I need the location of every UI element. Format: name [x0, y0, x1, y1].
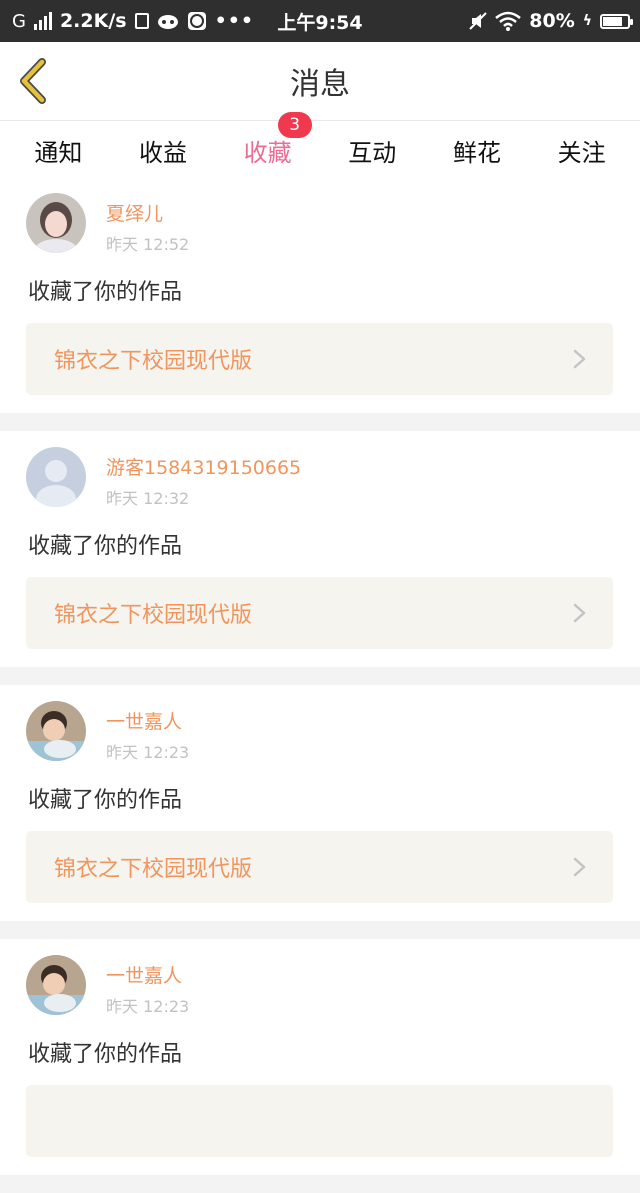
- action-text: 收藏了你的作品: [28, 1042, 183, 1067]
- tab-following[interactable]: 关注: [532, 131, 632, 168]
- tab-earnings[interactable]: 收益: [113, 131, 213, 168]
- message-card: 一世嘉人 昨天 12:23 收藏了你的作品 锦衣之下校园现代版: [0, 685, 640, 921]
- action-text: 收藏了你的作品: [28, 534, 183, 559]
- work-title: 锦衣之下校园现代版: [54, 603, 253, 628]
- message-card: 夏绎儿 昨天 12:52 收藏了你的作品 锦衣之下校园现代版: [0, 177, 640, 413]
- clock: 上午9:54: [277, 11, 363, 34]
- tab-interactions[interactable]: 互动: [322, 131, 422, 168]
- message-card: 一世嘉人 昨天 12:23 收藏了你的作品: [0, 939, 640, 1175]
- more-icon: •••: [214, 10, 255, 32]
- tab-label: 鲜花: [452, 138, 501, 167]
- wifi-icon: [495, 11, 522, 31]
- action-text: 收藏了你的作品: [28, 788, 183, 813]
- cat-icon: [157, 15, 178, 29]
- globe-icon: [187, 12, 206, 30]
- username[interactable]: 一世嘉人: [106, 961, 182, 988]
- signal-icon: [33, 12, 52, 30]
- tab-label: 互动: [348, 138, 397, 167]
- battery-percent: 80%: [529, 10, 575, 32]
- sim-icon: [134, 13, 149, 29]
- network-speed: 2.2K/s: [59, 10, 127, 32]
- timestamp: 昨天 12:52: [106, 235, 190, 254]
- chevron-right-icon: [573, 857, 586, 877]
- message-feed: 夏绎儿 昨天 12:52 收藏了你的作品 锦衣之下校园现代版 游客1584319…: [0, 177, 640, 1193]
- tab-label: 关注: [557, 138, 606, 167]
- message-card: 游客1584319150665 昨天 12:32 收藏了你的作品 锦衣之下校园现…: [0, 431, 640, 667]
- tab-flowers[interactable]: 鲜花: [427, 131, 527, 168]
- avatar[interactable]: [26, 193, 86, 253]
- username[interactable]: 一世嘉人: [106, 707, 182, 734]
- username[interactable]: 游客1584319150665: [106, 453, 301, 480]
- tab-notifications[interactable]: 通知: [8, 131, 108, 168]
- mute-icon: [469, 12, 487, 30]
- username[interactable]: 夏绎儿: [106, 199, 163, 226]
- tab-label: 通知: [34, 138, 83, 167]
- battery-icon: [600, 13, 633, 29]
- avatar-child: [26, 955, 86, 1015]
- charging-icon: ϟ: [582, 13, 592, 29]
- avatar-child: [26, 701, 86, 761]
- timestamp: 昨天 12:23: [106, 997, 190, 1016]
- avatar-default: [26, 447, 86, 507]
- work-link[interactable]: [26, 1085, 613, 1157]
- work-title: 锦衣之下校园现代版: [54, 857, 253, 882]
- status-bar-left: G 2.2K/s •••: [12, 0, 254, 42]
- header: 消息: [0, 42, 640, 121]
- unread-badge: 3: [277, 111, 312, 138]
- timestamp: 昨天 12:23: [106, 743, 190, 762]
- network-type: G: [12, 10, 26, 32]
- battery-level: [603, 16, 622, 26]
- tab-label: 收益: [138, 138, 187, 167]
- page-title: 消息: [290, 67, 350, 102]
- avatar[interactable]: [26, 701, 86, 761]
- avatar-woman: [26, 193, 86, 253]
- timestamp: 昨天 12:32: [106, 489, 190, 508]
- avatar[interactable]: [26, 955, 86, 1015]
- work-link[interactable]: 锦衣之下校园现代版: [26, 577, 613, 649]
- chevron-right-icon: [573, 603, 586, 623]
- work-title: 锦衣之下校园现代版: [54, 349, 253, 374]
- status-bar-right: 80% ϟ: [469, 0, 633, 42]
- action-text: 收藏了你的作品: [28, 280, 183, 305]
- status-bar: G 2.2K/s ••• 上午9:54 80% ϟ: [0, 0, 640, 42]
- tab-label: 收藏: [243, 138, 292, 167]
- avatar[interactable]: [26, 447, 86, 507]
- work-link[interactable]: 锦衣之下校园现代版: [26, 323, 613, 395]
- work-link[interactable]: 锦衣之下校园现代版: [26, 831, 613, 903]
- tab-favorites[interactable]: 收藏 3: [218, 111, 318, 182]
- chevron-right-icon: [573, 349, 586, 369]
- tab-bar: 通知 收益 收藏 3 互动 鲜花 关注: [0, 111, 640, 182]
